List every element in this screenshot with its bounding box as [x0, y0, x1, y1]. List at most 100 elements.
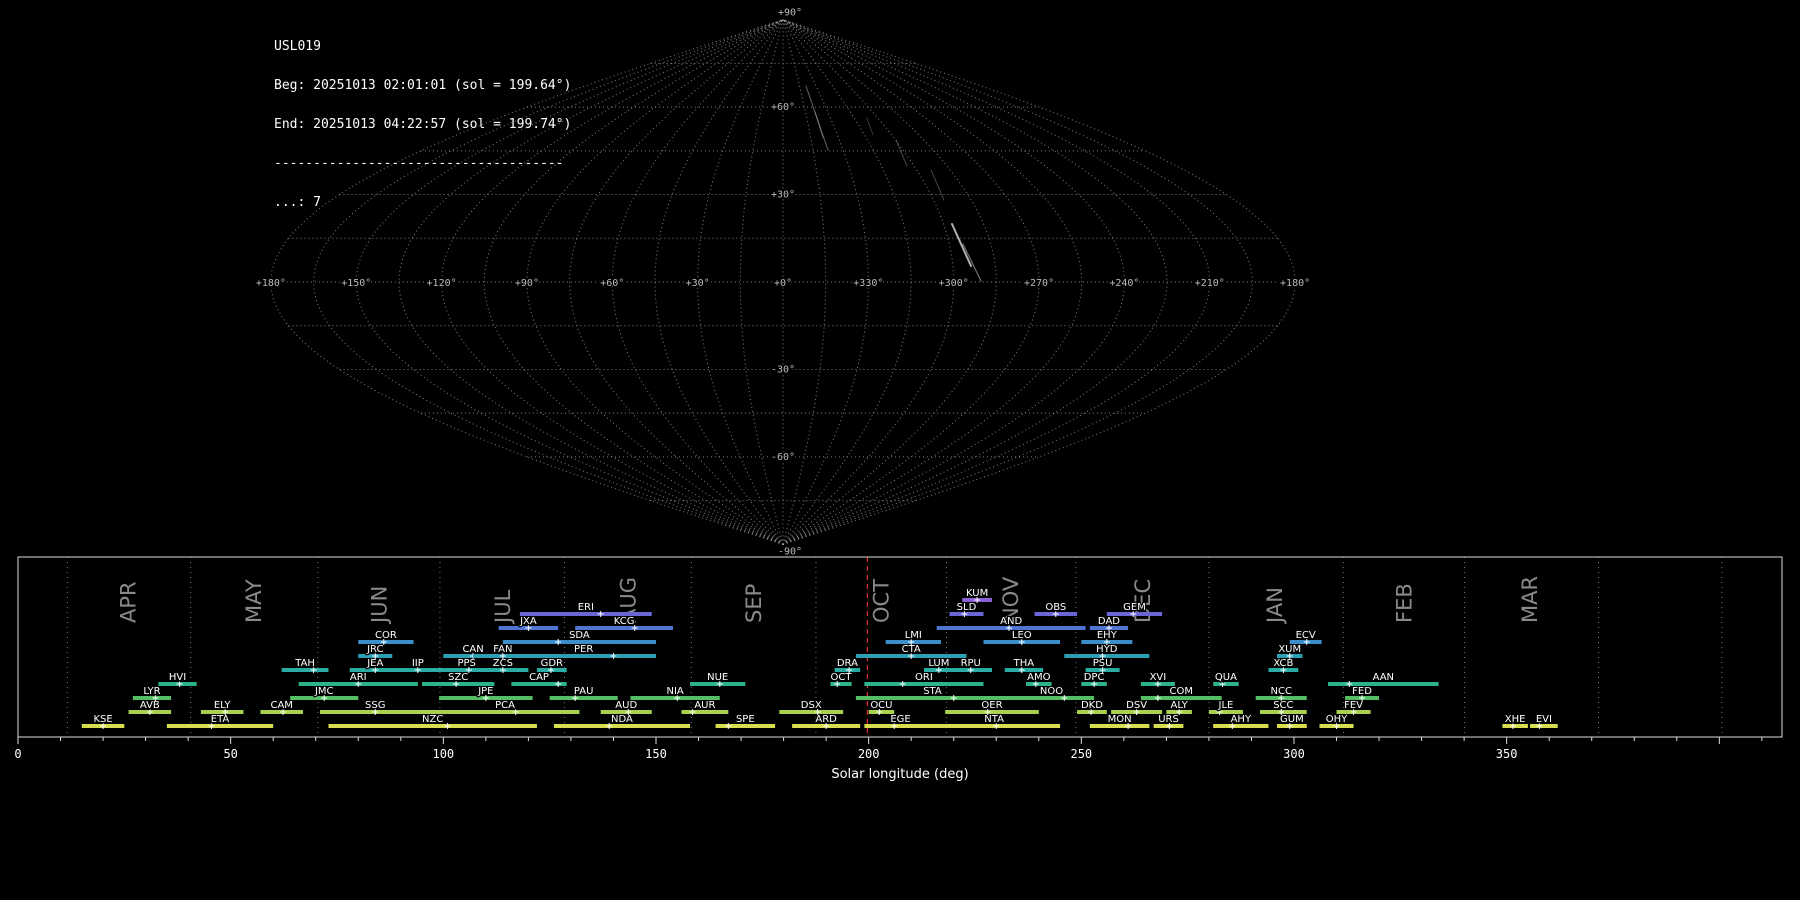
shower-label-gdr: GDR [541, 658, 563, 669]
month-label-jan: JAN [1263, 587, 1287, 625]
shower-label-cta: CTA [902, 644, 921, 655]
shower-label-dra: DRA [837, 658, 858, 669]
meteor-trail [866, 117, 874, 136]
x-tick-label: 0 [14, 747, 21, 761]
lat-label: -60° [771, 452, 795, 463]
x-tick-label: 250 [1070, 747, 1092, 761]
x-tick-label: 50 [223, 747, 237, 761]
shower-label-jrc: JRC [366, 644, 383, 655]
shower-label-fan: FAN [493, 644, 512, 655]
shower-label-hvi: HVI [169, 672, 186, 683]
lat-label: -30° [771, 364, 795, 375]
shower-label-pau: PAU [574, 686, 594, 697]
x-axis-title: Solar longitude (deg) [831, 767, 968, 782]
shower-label-leo: LEO [1012, 630, 1032, 641]
month-label-may: MAY [242, 579, 266, 623]
shower-label-ahy: AHY [1231, 714, 1252, 725]
shower-label-zcs: ZCS [493, 658, 513, 669]
observation-begin: Beg: 20251013 02:01:01 (sol = 199.64°) [274, 78, 572, 93]
shower-label-cap: CAP [529, 672, 549, 683]
shower-label-obs: OBS [1045, 602, 1066, 613]
south-pole-label: -90° [778, 546, 802, 557]
shower-label-mon: MON [1108, 714, 1132, 725]
shower-label-sta: STA [923, 686, 942, 697]
month-label-oct: OCT [869, 579, 893, 623]
shower-label-aly: ALY [1171, 700, 1189, 711]
lon-label: +60° [600, 278, 624, 289]
observation-header: USL019 Beg: 20251013 02:01:01 (sol = 199… [274, 14, 571, 222]
month-label-apr: APR [117, 581, 141, 623]
shower-label-avb: AVB [140, 700, 160, 711]
shower-label-com: COM [1170, 686, 1193, 697]
peak-marker-per [610, 653, 617, 659]
meteor-count: ...: 7 [274, 195, 321, 210]
shower-label-and: AND [1000, 616, 1022, 627]
shower-label-ecv: ECV [1296, 630, 1316, 641]
shower-label-dkd: DKD [1081, 700, 1103, 711]
shower-label-jmc: JMC [314, 686, 334, 697]
x-tick-label: 350 [1496, 747, 1518, 761]
lon-label: +30° [686, 278, 710, 289]
month-label-feb: FEB [1393, 583, 1417, 623]
shower-label-xcb: XCB [1273, 658, 1293, 669]
meridian-line [697, 19, 784, 545]
timeline-axes: APR MAY JUN JUL AUG SEP OCT NOV DEC JAN FEB MAR0 50 1… [14, 556, 1783, 782]
shower-label-sda: SDA [569, 630, 590, 641]
lat-label: +60° [771, 102, 795, 113]
shower-label-lmi: LMI [905, 630, 922, 641]
lon-label: +90° [515, 278, 539, 289]
shower-label-psu: PSU [1093, 658, 1113, 669]
shower-label-ehy: EHY [1097, 630, 1118, 641]
shower-label-ori: ORI [915, 672, 933, 683]
shower-label-dsv: DSV [1126, 700, 1147, 711]
peak-marker-spe [725, 723, 732, 729]
shower-label-lum: LUM [928, 658, 949, 669]
shower-label-ari: ARI [350, 672, 367, 683]
shower-label-aur: AUR [694, 700, 715, 711]
shower-label-kum: KUM [966, 588, 988, 599]
lon-label: +150° [341, 278, 371, 289]
observation-end: End: 20251013 04:22:57 (sol = 199.74°) [274, 117, 572, 132]
lon-label: +210° [1195, 278, 1225, 289]
meteor-trail [962, 243, 982, 282]
shower-bars: KSE ETA NZC NDA SPE ARD EGE NTA MON URS AHY GUM OHY X… [81, 587, 1558, 729]
shower-label-ege: EGE [890, 714, 910, 725]
shower-label-kcg: KCG [614, 616, 635, 627]
lon-label: +330° [853, 278, 883, 289]
north-pole-label: +90° [778, 8, 802, 19]
meteor-radiant-and-timeline-plot: +180° +150° +120° +90° +60° +30° +0° +330° +300°… [14, 8, 1783, 782]
lon-label: +120° [427, 278, 457, 289]
shower-label-qua: QUA [1215, 672, 1237, 683]
shower-label-nue: NUE [707, 672, 728, 683]
shower-label-aud: AUD [615, 700, 637, 711]
shower-label-dpc: DPC [1084, 672, 1105, 683]
x-tick-label: 100 [432, 747, 454, 761]
shower-label-jpe: JPE [477, 686, 493, 697]
shower-label-tha: THA [1013, 658, 1035, 669]
month-label-sep: SEP [742, 584, 766, 623]
meteor-trail [930, 169, 945, 201]
shower-label-ely: ELY [214, 700, 232, 711]
lon-label: +270° [1024, 278, 1054, 289]
shower-label-lyr: LYR [143, 686, 160, 697]
shower-label-scc: SCC [1273, 700, 1293, 711]
lat-label: +30° [771, 190, 795, 201]
peak-marker-sta [950, 695, 957, 701]
shower-label-ncc: NCC [1271, 686, 1292, 697]
shower-label-nta: NTA [984, 714, 1004, 725]
shower-label-aan: AAN [1373, 672, 1394, 683]
shower-label-iip: IIP [412, 658, 424, 669]
peak-marker-nzc [444, 723, 451, 729]
peak-marker-ori [899, 681, 906, 687]
shower-label-nia: NIA [666, 686, 683, 697]
shower-label-fed: FED [1352, 686, 1372, 697]
shower-label-dad: DAD [1098, 616, 1120, 627]
lon-label: +180° [1280, 278, 1310, 289]
shower-label-rpu: RPU [961, 658, 981, 669]
month-label-jun: JUN [368, 586, 392, 625]
lon-label: +0° [774, 278, 792, 289]
shower-label-amo: AMO [1027, 672, 1050, 683]
shower-label-gum: GUM [1280, 714, 1304, 725]
shower-label-kse: KSE [93, 714, 112, 725]
shower-label-spe: SPE [736, 714, 755, 725]
